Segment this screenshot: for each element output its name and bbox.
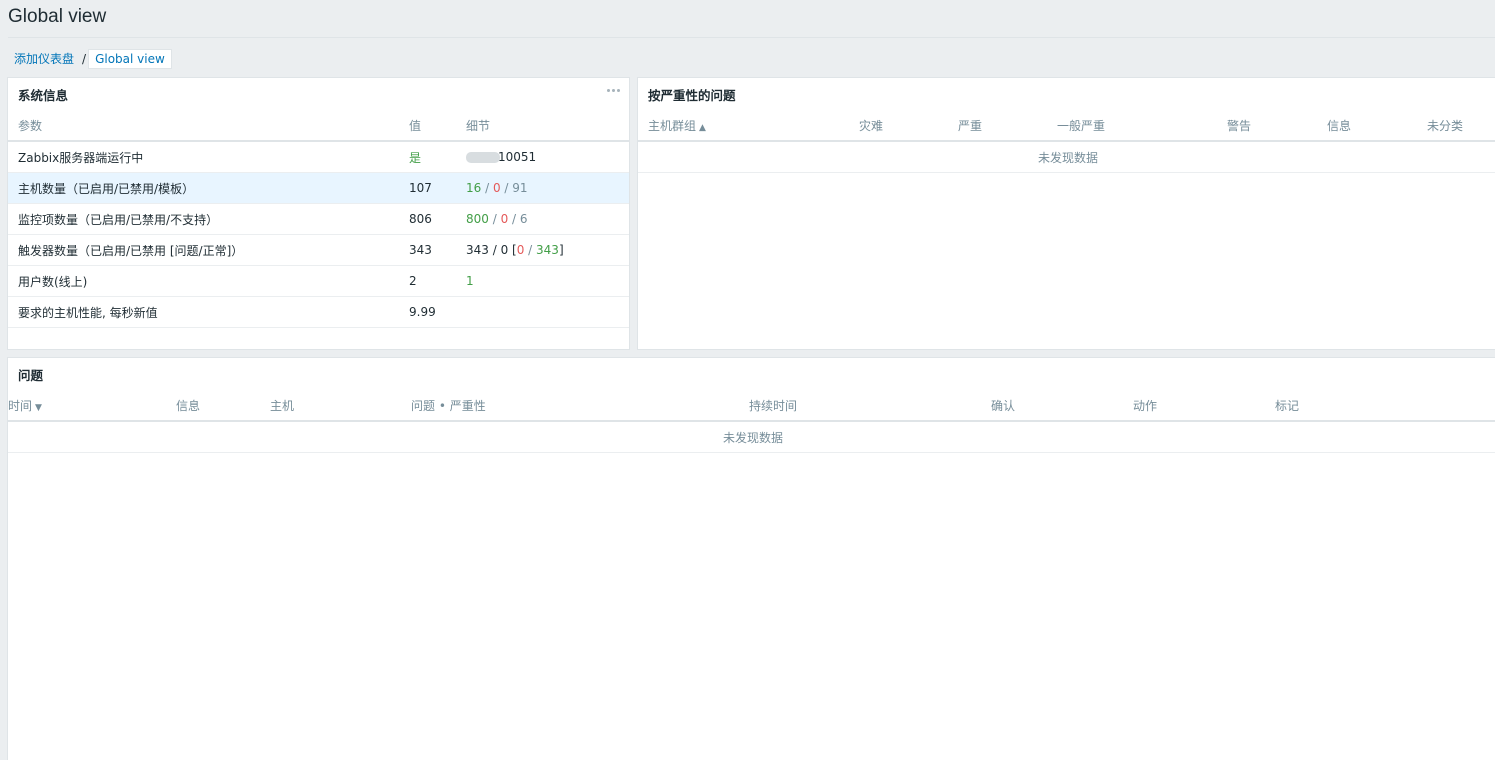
widget-title: 系统信息	[18, 87, 69, 103]
problems-widget: 问题 时间 ▼ 信息 主机 问题 • 严重性 持续时间 确认 动作 标记 未发现数…	[7, 357, 1495, 760]
column-header-problem-severity: 问题 • 严重性	[411, 390, 749, 422]
details-cell: 1	[466, 265, 629, 297]
column-header-info: 信息	[176, 390, 270, 422]
column-header-time[interactable]: 时间 ▼	[8, 390, 176, 422]
widget-header: 按严重性的问题	[638, 78, 1495, 110]
column-header-warning: 警告	[1227, 110, 1327, 142]
value-cell: 107	[409, 172, 466, 204]
widget-header: 问题	[8, 358, 1495, 390]
column-header-actions: 动作	[1133, 390, 1275, 422]
table-row: 要求的主机性能, 每秒新值 9.99	[8, 296, 629, 328]
column-header-param: 参数	[8, 110, 409, 142]
param-cell: Zabbix服务器端运行中	[8, 141, 409, 173]
table-row: 监控项数量（已启用/已禁用/不支持） 806 800 / 0 / 6	[8, 203, 629, 235]
param-cell: 主机数量（已启用/已禁用/模板）	[8, 172, 409, 204]
separator: /	[524, 243, 537, 257]
column-header-average: 一般严重	[1057, 110, 1227, 142]
value-cell: 343	[409, 234, 466, 266]
column-header-duration: 持续时间	[749, 390, 991, 422]
sort-down-icon: ▼	[35, 402, 42, 413]
widget-title: 按严重性的问题	[648, 87, 736, 103]
breadcrumb: 添加仪表盘 / Global view	[8, 49, 172, 69]
param-cell: 触发器数量（已启用/已禁用 [问题/正常]）	[8, 234, 409, 266]
column-header-high: 严重	[958, 110, 1057, 142]
time-sort-link[interactable]: 时间	[8, 399, 32, 413]
online-users-count: 1	[466, 274, 474, 288]
column-header-value: 值	[409, 110, 466, 142]
column-header-details: 细节	[466, 110, 629, 142]
table-row: 主机数量（已启用/已禁用/模板） 107 16 / 0 / 91	[8, 172, 629, 204]
column-header-ack: 确认	[991, 390, 1133, 422]
server-port: 10051	[498, 150, 537, 164]
disabled-count: 0	[492, 181, 501, 195]
enabled-count: 800	[466, 212, 489, 226]
page-title: Global view	[8, 6, 107, 27]
system-info-table: 参数 值 细节 Zabbix服务器端运行中 是 10051 主机数量（已启用/已…	[8, 110, 629, 328]
table-row: 用户数(线上) 2 1	[8, 265, 629, 297]
details-cell	[466, 296, 629, 328]
breadcrumb-separator: /	[82, 52, 87, 66]
column-header-disaster: 灾难	[859, 110, 958, 142]
no-data-message: 未发现数据	[8, 421, 1495, 453]
system-info-widget: 系统信息 参数 值 细节 Zabbix服务器端运行中 是 10051 主机数量（…	[7, 77, 630, 350]
template-count: 91	[512, 181, 528, 195]
separator: /	[481, 181, 493, 195]
enabled-count: 16	[466, 181, 482, 195]
param-cell: 用户数(线上)	[8, 265, 409, 297]
details-cell: 16 / 0 / 91	[466, 172, 629, 204]
value-cell: 2	[409, 265, 466, 297]
param-cell: 监控项数量（已启用/已禁用/不支持）	[8, 203, 409, 235]
severity-table: 主机群组 ▲ 灾难 严重 一般严重 警告 信息 未分类 未发现数据	[638, 110, 1495, 173]
host-group-sort-link[interactable]: 主机群组	[648, 119, 696, 133]
unsupported-count: 6	[519, 212, 528, 226]
table-row: 触发器数量（已启用/已禁用 [问题/正常]） 343 343 / 0 [0 / …	[8, 234, 629, 266]
details-cell: 343 / 0 [0 / 343]	[466, 234, 629, 266]
bracket-close: ]	[558, 243, 564, 257]
breadcrumb-dashboards-link[interactable]: 添加仪表盘	[8, 49, 80, 69]
value-cell: 806	[409, 203, 466, 235]
trigger-totals: 343 / 0 [	[466, 243, 517, 257]
redacted-address	[466, 152, 500, 163]
details-cell: 800 / 0 / 6	[466, 203, 629, 235]
separator: /	[500, 181, 513, 195]
column-header-information: 信息	[1327, 110, 1427, 142]
no-data-row: 未发现数据	[8, 421, 1495, 453]
widget-title: 问题	[18, 367, 44, 383]
table-row: Zabbix服务器端运行中 是 10051	[8, 141, 629, 173]
details-cell: 10051	[466, 141, 629, 173]
problems-by-severity-widget: 按严重性的问题 主机群组 ▲ 灾难 严重 一般严重 警告 信息 未分类 未发现数据	[637, 77, 1495, 350]
no-data-message: 未发现数据	[638, 141, 1495, 173]
title-divider	[8, 37, 1495, 38]
column-header-host-group[interactable]: 主机群组 ▲	[638, 110, 859, 142]
no-data-row: 未发现数据	[638, 141, 1495, 173]
separator: /	[508, 212, 520, 226]
param-cell: 要求的主机性能, 每秒新值	[8, 296, 409, 328]
column-header-tags: 标记	[1275, 390, 1495, 422]
value-cell: 9.99	[409, 296, 466, 328]
separator: /	[488, 212, 501, 226]
ok-count: 343	[536, 243, 559, 257]
ellipsis-icon[interactable]	[603, 82, 623, 98]
widget-header: 系统信息	[8, 78, 629, 110]
breadcrumb-current[interactable]: Global view	[88, 49, 172, 69]
column-header-not-classified: 未分类	[1427, 110, 1495, 142]
problems-table: 时间 ▼ 信息 主机 问题 • 严重性 持续时间 确认 动作 标记 未发现数据	[8, 390, 1495, 453]
sort-up-icon: ▲	[699, 122, 706, 133]
column-header-host: 主机	[270, 390, 411, 422]
value-cell: 是	[409, 141, 466, 173]
